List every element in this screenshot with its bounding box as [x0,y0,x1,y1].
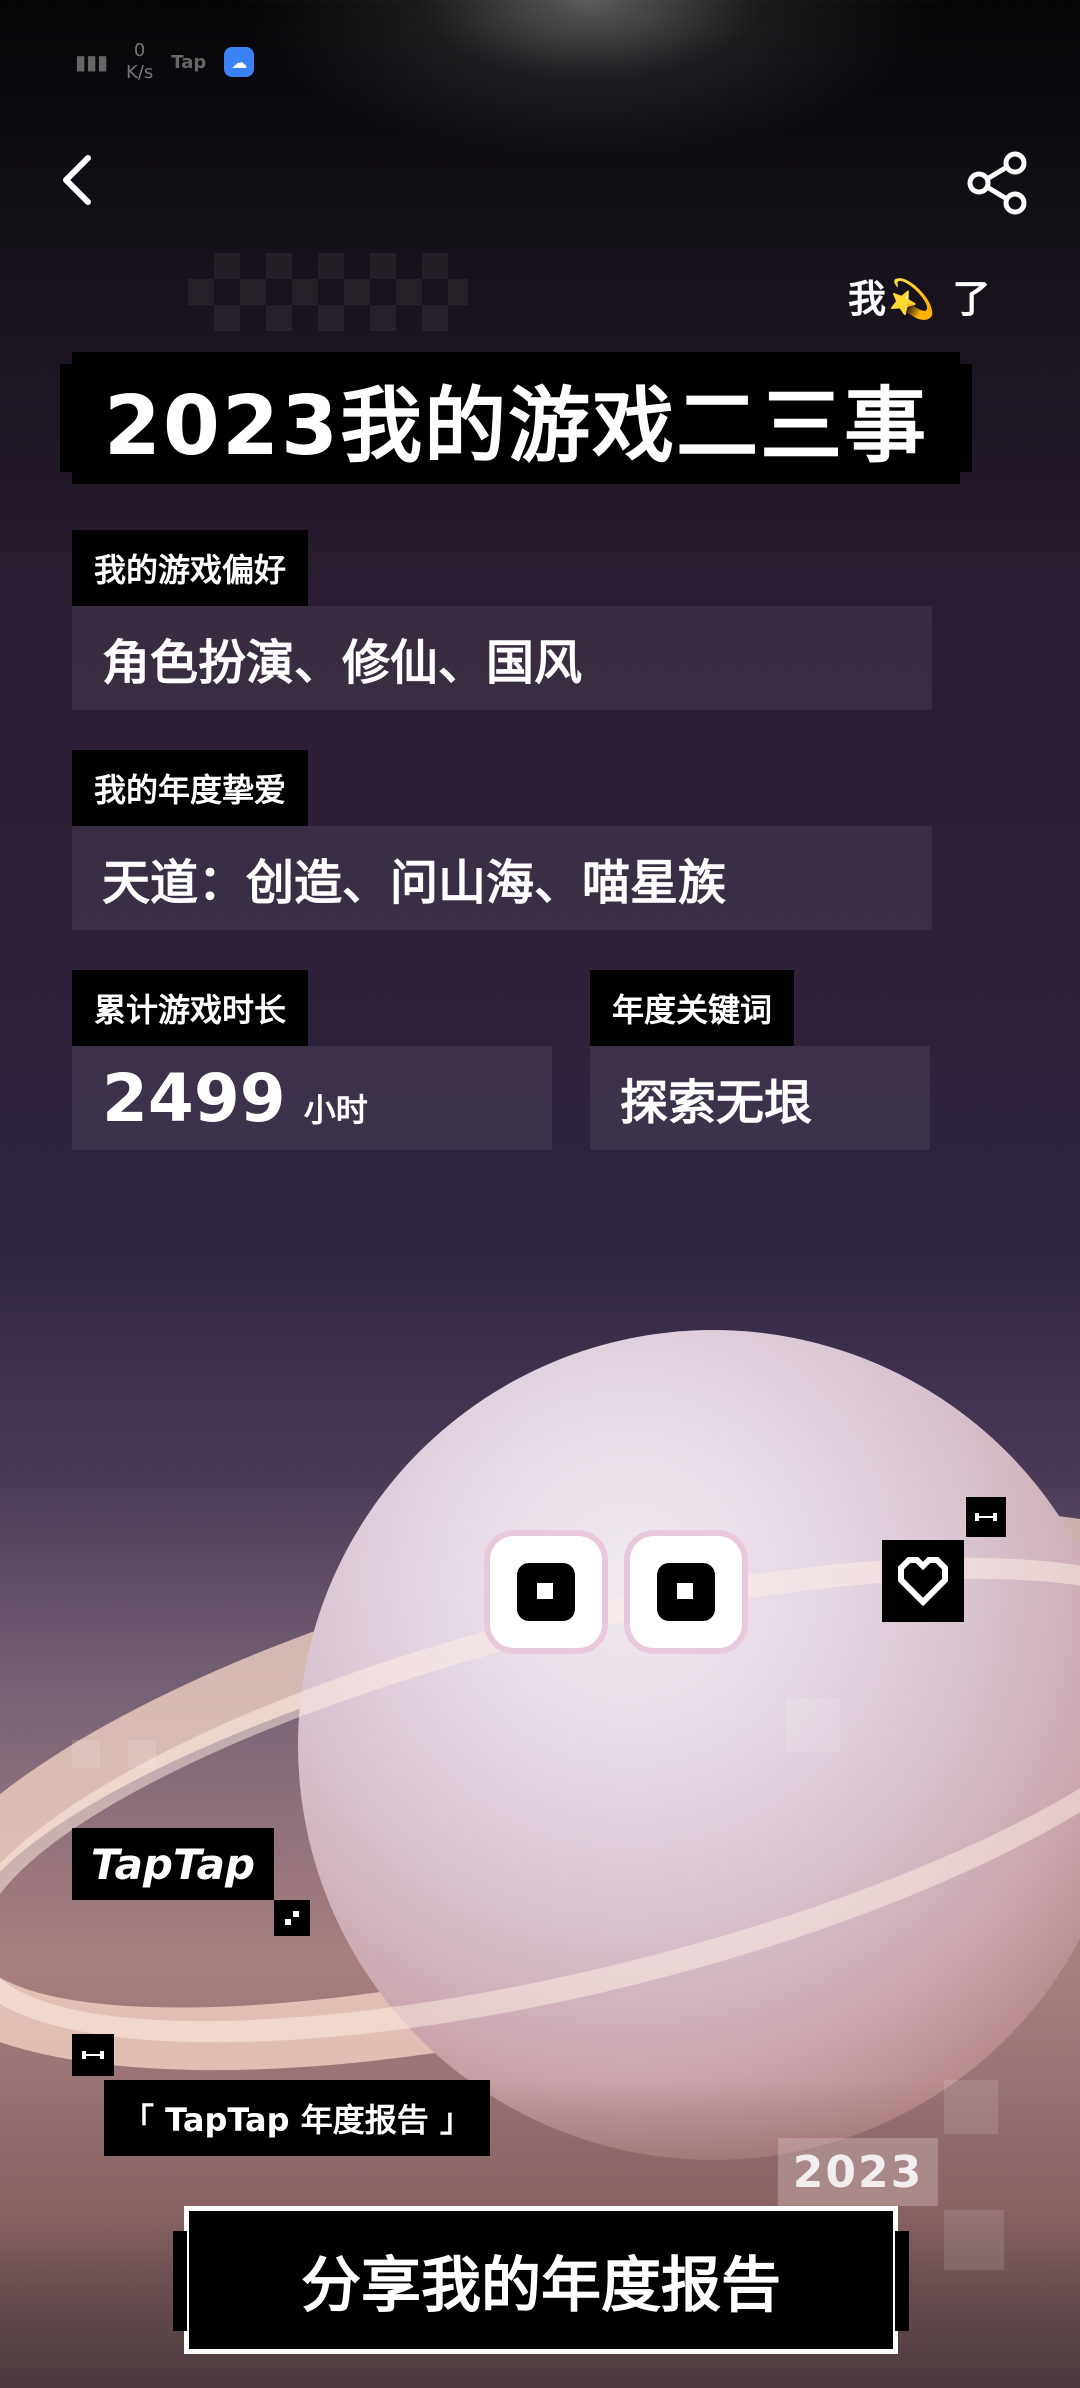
share-button[interactable] [965,150,1031,216]
top-glow [240,0,940,160]
corner-arrow-icon [285,1911,299,1925]
checker-decoration [188,253,468,331]
share-report-button[interactable]: 分享我的年度报告 [173,2206,909,2354]
bone-icon [82,2051,104,2059]
pixel-square [944,2210,1004,2270]
preference-value: 角色扮演、修仙、国风 [72,606,932,710]
right-pupil [657,1563,715,1621]
report-tag: 「 TapTap 年度报告 」 [104,2080,490,2156]
page-title: 2023我的游戏二三事 [103,378,929,474]
keyword-label: 年度关键词 [590,970,795,1046]
pixel-square [128,1740,156,1768]
favorites-value: 天道：创造、问山海、喵星族 [72,826,932,930]
back-button[interactable] [52,150,112,210]
playtime-unit: 小时 [303,1091,368,1129]
year-tag: 2023 [778,2138,938,2206]
bone-badge [966,1497,1006,1537]
title-block: 2023我的游戏二三事 [60,352,972,484]
right-eye [624,1530,748,1654]
speed-unit: K/s [126,62,154,83]
network-speed: 0 K/s [126,40,153,84]
heart-badge [882,1540,964,1622]
pixel-square [944,2080,998,2134]
preference-label: 我的游戏偏好 [72,530,309,606]
cloud-icon: ☁ [224,47,255,77]
tap-app-label: Tap [171,51,207,73]
favorites-label: 我的年度挚爱 [72,750,309,826]
share-icon [967,151,1027,215]
left-eye [484,1530,608,1654]
back-arrow-icon [63,155,91,205]
keyword-value: 探索无垠 [590,1046,930,1150]
bone-icon [975,1513,997,1521]
heart-icon [898,1557,948,1606]
bone-badge-small [72,2034,114,2076]
taptap-logo: TapTap [72,1828,274,1900]
signal-icon: ▮▮▮ [75,50,109,74]
playtime-value-bar: 2499 小时 [72,1046,552,1150]
left-pupil [517,1563,575,1621]
pixel-square [786,1698,840,1752]
wo-le-tag: 我💫 了 [848,277,993,321]
playtime-label: 累计游戏时长 [72,970,309,1046]
playtime-hours: 2499 [102,1059,286,1137]
status-bar: ▮▮▮ 0 K/s Tap ☁ [75,40,255,84]
pixel-square [72,1740,100,1768]
logo-corner-mark [274,1900,310,1936]
speed-value: 0 [133,40,146,61]
